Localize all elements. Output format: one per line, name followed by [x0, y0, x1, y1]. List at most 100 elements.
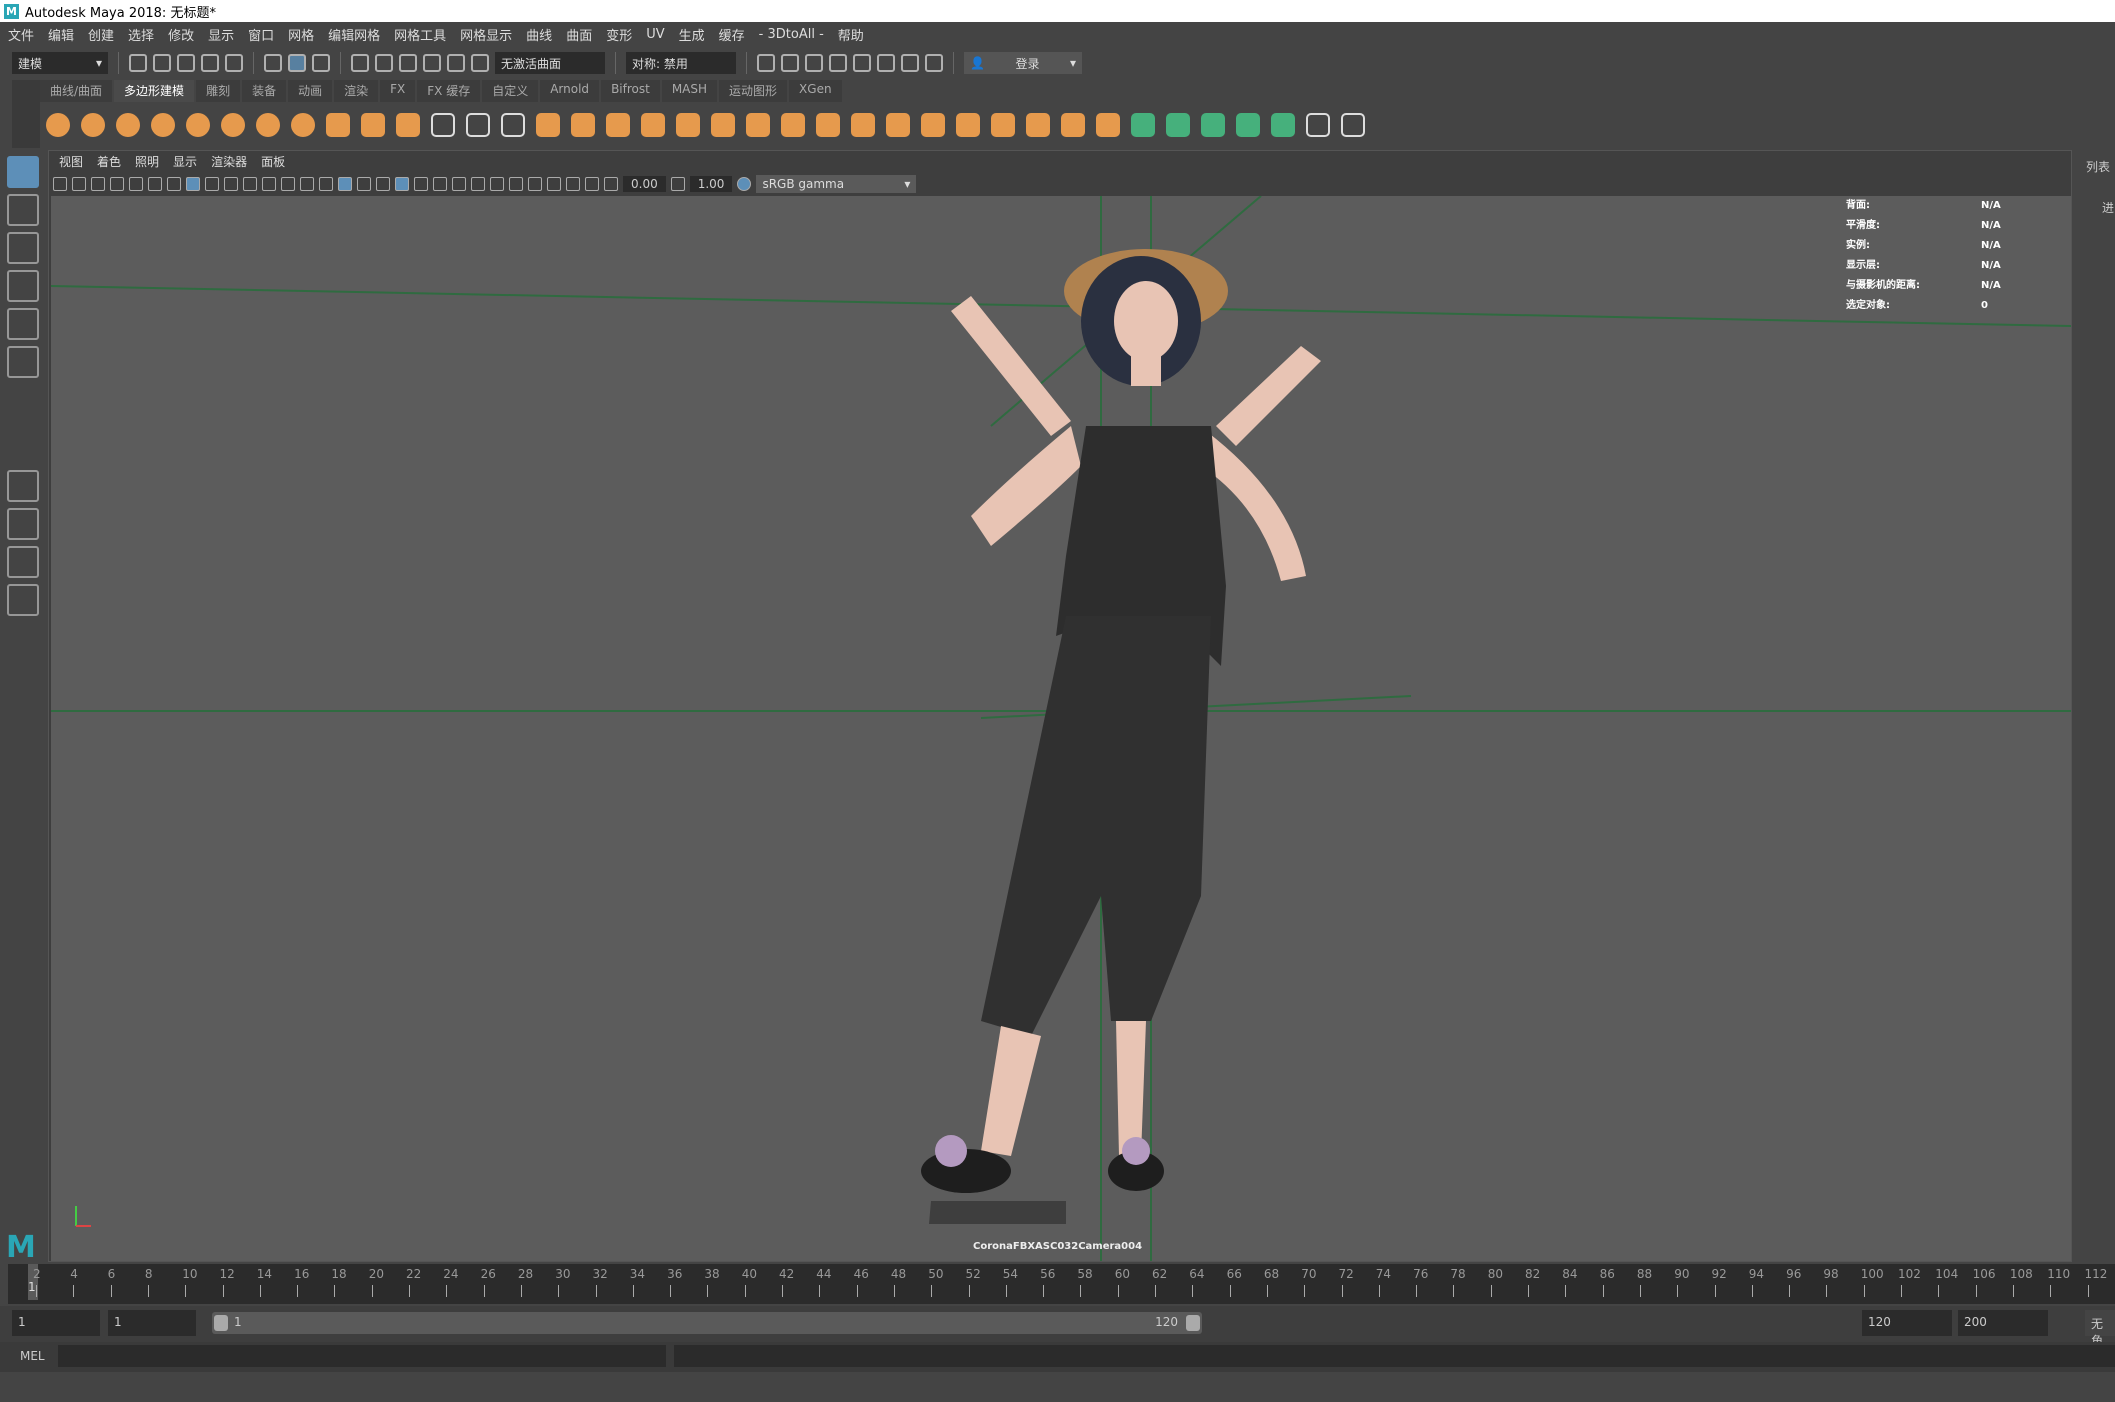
- shelf-tab[interactable]: XGen: [789, 80, 842, 102]
- color-space-dropdown[interactable]: sRGB gamma ▾: [756, 175, 917, 193]
- undo-icon[interactable]: [201, 54, 219, 72]
- isolate-select-icon[interactable]: [528, 177, 542, 191]
- ipr-render-icon[interactable]: [805, 54, 823, 72]
- snap-point-icon[interactable]: [399, 54, 417, 72]
- redo-icon[interactable]: [225, 54, 243, 72]
- snap-view-icon[interactable]: [423, 54, 441, 72]
- disc-icon[interactable]: [256, 113, 280, 137]
- plane-icon[interactable]: [221, 113, 245, 137]
- connect-icon[interactable]: [956, 113, 980, 137]
- panel-menu-item[interactable]: 面板: [261, 153, 285, 171]
- new-scene-icon[interactable]: [129, 54, 147, 72]
- bridge-icon[interactable]: [711, 113, 735, 137]
- render-frame-icon[interactable]: [781, 54, 799, 72]
- target-weld-icon[interactable]: [921, 113, 945, 137]
- cut-uv-icon[interactable]: [1306, 113, 1330, 137]
- append-icon[interactable]: [886, 113, 910, 137]
- grease-pencil-icon[interactable]: [167, 177, 181, 191]
- 3d-viewport[interactable]: 背面: N/A 平滑度: N/A 实例: N/A 显示层: N/A 与摄影机的距离: N/A 选定对…: [51, 196, 2071, 1261]
- color-management-icon[interactable]: [737, 177, 752, 191]
- menu-item[interactable]: 显示: [208, 25, 234, 44]
- move-tool-icon[interactable]: [7, 270, 39, 302]
- shelf-tab[interactable]: 曲线/曲面: [40, 80, 113, 102]
- mel-label[interactable]: MEL: [20, 1349, 45, 1363]
- mirror-icon[interactable]: [606, 113, 630, 137]
- shelf-tab[interactable]: 自定义: [482, 80, 539, 102]
- menu-item[interactable]: 文件: [8, 25, 34, 44]
- snap-surface-icon[interactable]: [447, 54, 465, 72]
- menu-item[interactable]: 曲线: [526, 25, 552, 44]
- smooth-shade-icon[interactable]: [338, 177, 352, 191]
- torus-icon[interactable]: [186, 113, 210, 137]
- outliner-icon[interactable]: [7, 584, 39, 616]
- panel-menu-item[interactable]: 照明: [135, 153, 159, 171]
- shelf-tab[interactable]: Arnold: [540, 80, 600, 102]
- command-input[interactable]: [58, 1345, 666, 1367]
- range-start-handle[interactable]: [214, 1315, 228, 1331]
- safe-title-icon[interactable]: [300, 177, 314, 191]
- menu-item[interactable]: 编辑: [48, 25, 74, 44]
- four-view-icon[interactable]: [7, 508, 39, 540]
- list-tab[interactable]: 列表: [2074, 150, 2115, 175]
- playback-start-field[interactable]: 1: [108, 1310, 196, 1336]
- menu-item[interactable]: 窗口: [248, 25, 274, 44]
- scale-tool-icon[interactable]: [7, 346, 39, 378]
- shelf-tab[interactable]: 雕刻: [196, 80, 241, 102]
- mirror-geo-icon[interactable]: [1061, 113, 1085, 137]
- textured-icon[interactable]: [395, 177, 409, 191]
- field-chart-icon[interactable]: [262, 177, 276, 191]
- shelf-tab[interactable]: 运动图形: [719, 80, 788, 102]
- platonic-icon[interactable]: [291, 113, 315, 137]
- extract-icon[interactable]: [641, 113, 665, 137]
- render-view-icon[interactable]: [757, 54, 775, 72]
- panel-menu-item[interactable]: 着色: [97, 153, 121, 171]
- render-setup-icon[interactable]: [877, 54, 895, 72]
- rotate-tool-icon[interactable]: [7, 308, 39, 340]
- hypershade-icon[interactable]: [853, 54, 871, 72]
- exposure-field[interactable]: 0.00: [623, 176, 666, 192]
- extrude-icon[interactable]: [816, 113, 840, 137]
- edge-flow-icon[interactable]: [1096, 113, 1120, 137]
- combine-icon[interactable]: [536, 113, 560, 137]
- layout-icon[interactable]: [1271, 113, 1295, 137]
- open-scene-icon[interactable]: [153, 54, 171, 72]
- snap-grid-icon[interactable]: [351, 54, 369, 72]
- resolution-gate-icon[interactable]: [224, 177, 238, 191]
- select-tool-icon[interactable]: [7, 156, 39, 188]
- range-slider[interactable]: 1 120: [212, 1312, 1202, 1334]
- shelf-tab[interactable]: 渲染: [334, 80, 379, 102]
- grid-icon[interactable]: [186, 177, 200, 191]
- freeze-icon[interactable]: [501, 113, 525, 137]
- lights-icon[interactable]: [414, 177, 428, 191]
- planar-uv-icon[interactable]: [1166, 113, 1190, 137]
- live-surface-field[interactable]: 无激活曲面: [495, 52, 605, 74]
- super-shape-icon[interactable]: [326, 113, 350, 137]
- safe-action-icon[interactable]: [281, 177, 295, 191]
- lasso-tool-icon[interactable]: [7, 194, 39, 226]
- panel-menu-item[interactable]: 渲染器: [211, 153, 247, 171]
- playback-end-field[interactable]: 120: [1862, 1310, 1952, 1336]
- depth-of-field-icon[interactable]: [509, 177, 523, 191]
- snap-curve-icon[interactable]: [375, 54, 393, 72]
- sphere-icon[interactable]: [46, 113, 70, 137]
- select-hierarchy-icon[interactable]: [264, 54, 282, 72]
- shelf-tab[interactable]: 装备: [242, 80, 287, 102]
- xray-components-icon[interactable]: [585, 177, 599, 191]
- ambient-occlusion-icon[interactable]: [452, 177, 466, 191]
- menu-item[interactable]: 网格显示: [460, 25, 512, 44]
- lock-camera-icon[interactable]: [72, 177, 86, 191]
- motion-blur-icon[interactable]: [471, 177, 485, 191]
- menu-item[interactable]: 变形: [606, 25, 632, 44]
- image-plane-icon[interactable]: [129, 177, 143, 191]
- anti-aliasing-icon[interactable]: [490, 177, 504, 191]
- boolean-icon[interactable]: [746, 113, 770, 137]
- camera-attributes-icon[interactable]: [91, 177, 105, 191]
- paint-select-icon[interactable]: [7, 232, 39, 264]
- render-settings-icon[interactable]: [829, 54, 847, 72]
- fill-hole-icon[interactable]: [851, 113, 875, 137]
- menu-item[interactable]: 帮助: [838, 25, 864, 44]
- xray-joints-icon[interactable]: [566, 177, 580, 191]
- wedge-icon[interactable]: [1026, 113, 1050, 137]
- smooth-icon[interactable]: [676, 113, 700, 137]
- uv-editor-icon[interactable]: [1131, 113, 1155, 137]
